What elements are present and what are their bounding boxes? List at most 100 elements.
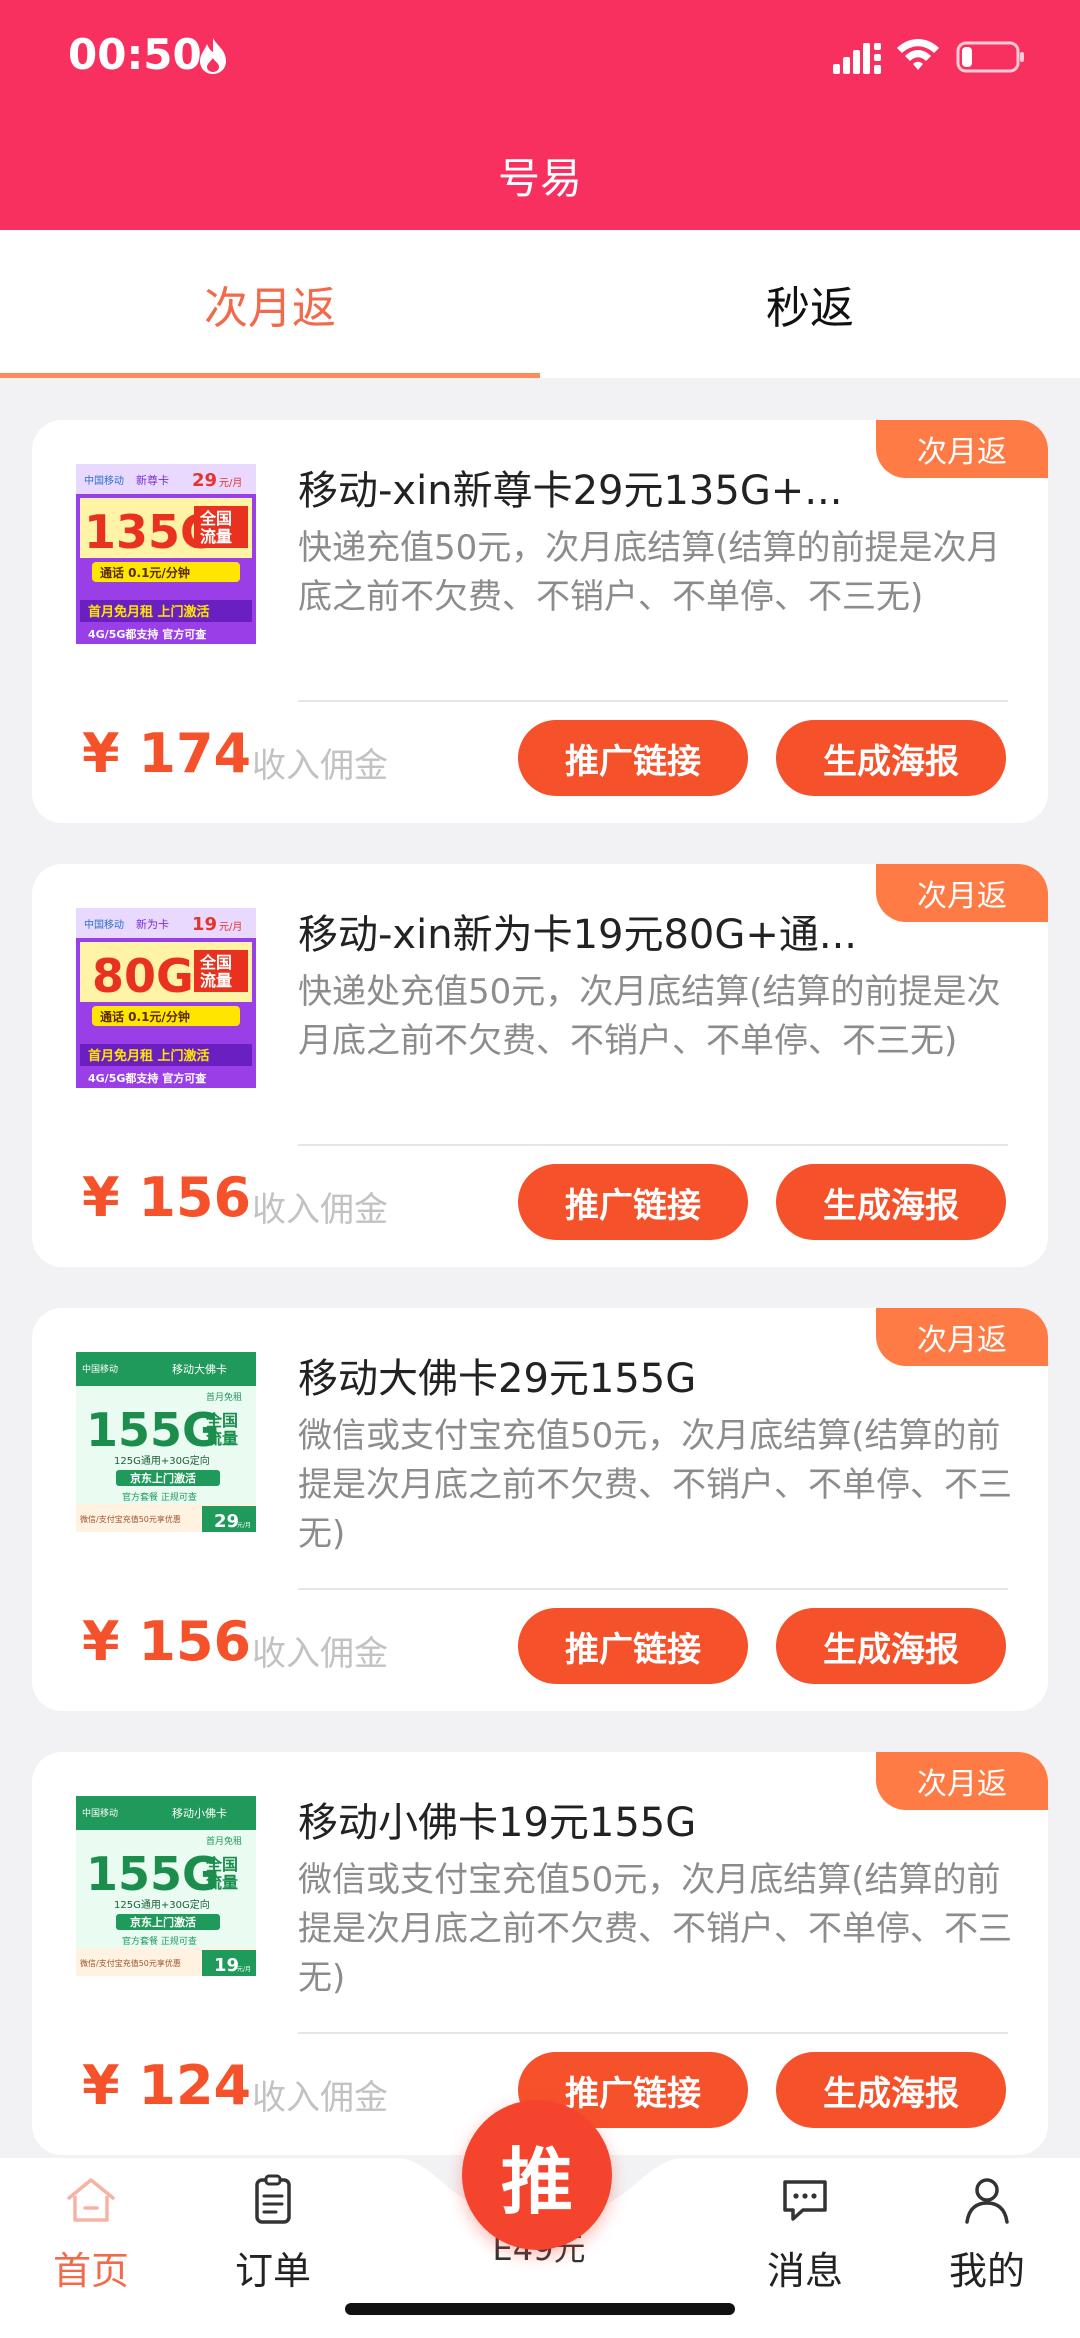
commission-price: ¥ 156: [82, 1610, 252, 1673]
svg-text:通话 0.1元/分钟: 通话 0.1元/分钟: [100, 1009, 190, 1024]
svg-text:首月免租: 首月免租: [206, 1835, 242, 1847]
product-card[interactable]: 次月返 中国移动 新尊卡 29 元/月 135G 全国 流量 通话 0.1元/分…: [32, 420, 1048, 823]
product-title: 移动大佛卡29元155G: [298, 1356, 697, 1402]
generate-poster-button[interactable]: 生成海报: [776, 720, 1006, 796]
svg-text:全国: 全国: [205, 1411, 238, 1430]
promo-link-button[interactable]: 推广链接: [518, 1164, 748, 1240]
battery-icon: [956, 41, 1024, 73]
flame-icon: [200, 38, 226, 74]
svg-text:流量: 流量: [200, 971, 232, 990]
rebate-badge: 次月返: [876, 1308, 1048, 1366]
svg-text:中国移动: 中国移动: [82, 1363, 118, 1375]
chat-bubble-icon: [783, 2180, 827, 2221]
svg-text:80G: 80G: [92, 949, 194, 1003]
svg-text:元/月: 元/月: [219, 921, 242, 933]
tab-next-month[interactable]: 次月返: [0, 230, 540, 378]
svg-text:流量: 流量: [206, 1429, 238, 1448]
svg-text:中国移动: 中国移动: [82, 1807, 118, 1819]
svg-text:19: 19: [214, 1955, 239, 1976]
svg-text:全国: 全国: [199, 509, 232, 528]
app-header: 00:50 号易: [0, 0, 1080, 230]
svg-text:中国移动: 中国移动: [84, 918, 124, 931]
commission-label: 收入佣金: [252, 2078, 388, 2118]
svg-text:4G/5G都支持 官方可查: 4G/5G都支持 官方可查: [88, 627, 206, 641]
tab-messages[interactable]: 消息: [730, 2172, 880, 2322]
generate-poster-button[interactable]: 生成海报: [776, 2052, 1006, 2128]
commission-price: ¥ 124: [82, 2054, 252, 2117]
tab-instant[interactable]: 秒返: [540, 230, 1080, 378]
generate-poster-button[interactable]: 生成海报: [776, 1608, 1006, 1684]
page-title: 号易: [497, 154, 582, 203]
svg-text:125G通用+30G定向: 125G通用+30G定向: [114, 1898, 210, 1911]
commission-price: ¥ 156: [82, 1166, 252, 1229]
product-card[interactable]: 次月返 中国移动 移动大佛卡 首月免租 155G 全国 流量 125G通用+30…: [32, 1308, 1048, 1711]
product-description: 快递充值50元，次月底结算(结算的前提是次月底之前不欠费、不销户、不单停、不三无…: [298, 528, 1001, 617]
svg-text:微信/支付宝充值50元享优惠: 微信/支付宝充值50元享优惠: [80, 1958, 181, 1968]
svg-text:29: 29: [192, 470, 217, 491]
clipboard-icon: [255, 2174, 291, 2224]
svg-text:全国: 全国: [205, 1855, 238, 1874]
product-card[interactable]: 次月返 中国移动 移动小佛卡 首月免租 155G 全国 流量 125G通用+30…: [32, 1752, 1048, 2155]
tab-orders[interactable]: 订单: [198, 2172, 348, 2322]
svg-text:流量: 流量: [200, 527, 232, 546]
tab-mine-label: 我的: [948, 2249, 1025, 2293]
tab-messages-label: 消息: [766, 2249, 843, 2293]
promo-link-button[interactable]: 推广链接: [518, 720, 748, 796]
signal-icon: [833, 43, 881, 74]
svg-text:首月免月租 上门激活: 首月免月租 上门激活: [88, 604, 210, 620]
svg-text:125G通用+30G定向: 125G通用+30G定向: [114, 1454, 210, 1467]
svg-text:移动大佛卡: 移动大佛卡: [172, 1362, 227, 1376]
svg-text:29: 29: [214, 1511, 239, 1532]
svg-text:微信/支付宝充值50元享优惠: 微信/支付宝充值50元享优惠: [80, 1514, 181, 1524]
product-title: 移动-xin新尊卡29元135G+...: [298, 468, 843, 514]
rebate-badge: 次月返: [876, 864, 1048, 922]
svg-text:京东上门激活: 京东上门激活: [130, 1471, 196, 1485]
svg-text:新为卡: 新为卡: [136, 917, 169, 931]
product-thumbnail: 中国移动 新尊卡 29 元/月 135G 全国 流量 通话 0.1元/分钟 首月…: [74, 462, 258, 646]
user-icon: [965, 2178, 1009, 2224]
svg-text:通话 0.1元/分钟: 通话 0.1元/分钟: [100, 565, 190, 580]
rebate-badge: 次月返: [876, 420, 1048, 478]
tab-mine[interactable]: 我的: [912, 2172, 1062, 2322]
product-thumbnail: 中国移动 移动小佛卡 首月免租 155G 全国 流量 125G通用+30G定向 …: [74, 1794, 258, 1978]
divider: [298, 2032, 1008, 2034]
svg-text:19: 19: [192, 914, 217, 935]
commission-label: 收入佣金: [252, 1190, 388, 1230]
status-bar: 00:50: [0, 0, 1080, 120]
svg-text:京东上门激活: 京东上门激活: [130, 1915, 196, 1929]
svg-text:官方套餐 正规可查: 官方套餐 正规可查: [122, 1491, 197, 1503]
svg-text:中国移动: 中国移动: [84, 474, 124, 487]
home-icon: [67, 2178, 115, 2222]
status-time: 00:50: [68, 30, 202, 79]
svg-text:移动小佛卡: 移动小佛卡: [172, 1807, 227, 1820]
divider: [298, 1588, 1008, 1590]
svg-text:首月免租: 首月免租: [206, 1391, 242, 1403]
tab-home[interactable]: 首页: [16, 2172, 166, 2322]
product-description: 快递处充值50元，次月底结算(结算的前提是次月底之前不欠费、不销户、不单停、不三…: [298, 972, 1001, 1061]
promote-fab-button[interactable]: 推: [462, 2100, 612, 2250]
svg-text:元/月: 元/月: [237, 1522, 251, 1529]
svg-text:首月免月租 上门激活: 首月免月租 上门激活: [88, 1048, 210, 1064]
tab-home-label: 首页: [52, 2249, 129, 2293]
home-indicator: [345, 2303, 735, 2315]
svg-text:155G: 155G: [86, 1403, 220, 1457]
product-title: 移动-xin新为卡19元80G+通...: [298, 912, 858, 958]
commission-label: 收入佣金: [252, 746, 388, 786]
product-thumbnail: 中国移动 新为卡 19 元/月 80G 全国 流量 通话 0.1元/分钟 首月免…: [74, 906, 258, 1090]
product-description: 微信或支付宝充值50元，次月底结算(结算的前提是次月底之前不欠费、不销户、不单停…: [298, 1416, 1012, 1554]
svg-text:流量: 流量: [206, 1873, 238, 1892]
product-description: 微信或支付宝充值50元，次月底结算(结算的前提是次月底之前不欠费、不销户、不单停…: [298, 1860, 1012, 1998]
svg-text:新尊卡: 新尊卡: [136, 473, 169, 487]
promo-link-button[interactable]: 推广链接: [518, 1608, 748, 1684]
svg-text:4G/5G都支持 官方可查: 4G/5G都支持 官方可查: [88, 1071, 206, 1085]
svg-text:全国: 全国: [199, 953, 232, 972]
svg-text:官方套餐 正规可查: 官方套餐 正规可查: [122, 1935, 197, 1947]
rebate-badge: 次月返: [876, 1752, 1048, 1810]
product-thumbnail: 中国移动 移动大佛卡 首月免租 155G 全国 流量 125G通用+30G定向 …: [74, 1350, 258, 1534]
product-card[interactable]: 次月返 中国移动 新为卡 19 元/月 80G 全国 流量 通话 0.1元/分钟…: [32, 864, 1048, 1267]
svg-text:元/月: 元/月: [219, 477, 242, 489]
commission-price: ¥ 174: [82, 722, 252, 785]
divider: [298, 700, 1008, 702]
tab-bar-top: 次月返 秒返: [0, 230, 1080, 378]
generate-poster-button[interactable]: 生成海报: [776, 1164, 1006, 1240]
